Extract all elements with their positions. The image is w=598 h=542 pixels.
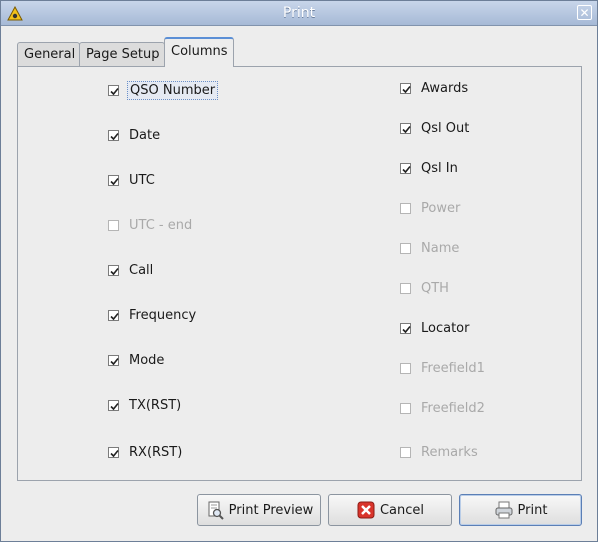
close-icon[interactable]: ✕ [577, 5, 592, 20]
checkbox-checked-icon[interactable] [108, 264, 119, 276]
checkbox-checked-icon[interactable] [400, 122, 411, 134]
checkbox-utc-end: UTC - end [108, 215, 194, 235]
printer-icon [495, 501, 513, 519]
checkbox-checked-icon[interactable] [400, 162, 411, 174]
checkbox-label: Qsl Out [421, 120, 470, 136]
checkbox-label: Qsl In [421, 160, 458, 176]
checkbox-awards[interactable]: Awards [400, 78, 470, 98]
window-title: Print [282, 5, 316, 21]
cancel-label: Cancel [379, 502, 425, 518]
checkbox-checked-icon[interactable] [400, 82, 411, 94]
checkbox-unchecked-icon [108, 219, 119, 231]
checkbox-tx-rst[interactable]: TX(RST) [108, 395, 183, 415]
cancel-button[interactable]: Cancel [328, 494, 452, 526]
checkbox-qso-number[interactable]: QSO Number [108, 80, 219, 100]
checkbox-label: QSO Number [127, 80, 219, 100]
checkbox-label: UTC - end [129, 217, 193, 233]
print-preview-label: Print Preview [228, 502, 314, 518]
checkbox-label: QTH [421, 280, 449, 296]
checkbox-mode[interactable]: Mode [108, 350, 166, 370]
checkbox-locator[interactable]: Locator [400, 318, 471, 338]
checkbox-qth: QTH [400, 278, 451, 298]
tab-columns[interactable]: Columns [164, 37, 234, 67]
print-dialog: Print ✕ General Page Setup Columns QSO N… [0, 0, 598, 542]
checkbox-power: Power [400, 198, 462, 218]
checkbox-label: TX(RST) [129, 397, 182, 413]
checkbox-checked-icon[interactable] [400, 322, 411, 334]
checkbox-label: Remarks [421, 444, 478, 460]
checkbox-name: Name [400, 238, 461, 258]
checkbox-remarks: Remarks [400, 442, 480, 462]
checkbox-freefield2: Freefield2 [400, 398, 487, 418]
checkbox-label: Call [129, 262, 154, 278]
checkbox-label: RX(RST) [129, 444, 183, 460]
cancel-icon [357, 501, 375, 519]
checkbox-unchecked-icon [400, 446, 411, 458]
checkbox-call[interactable]: Call [108, 260, 155, 280]
print-preview-icon [208, 501, 224, 520]
checkbox-utc[interactable]: UTC [108, 170, 157, 190]
checkbox-label: Frequency [129, 307, 197, 323]
checkbox-checked-icon[interactable] [108, 84, 119, 96]
checkbox-qsl-in[interactable]: Qsl In [400, 158, 460, 178]
columns-panel [17, 66, 582, 481]
checkbox-label: Freefield1 [421, 360, 485, 376]
checkbox-unchecked-icon [400, 202, 411, 214]
tab-general[interactable]: General [17, 42, 80, 66]
checkbox-label: Date [129, 127, 161, 143]
checkbox-unchecked-icon [400, 402, 411, 414]
checkbox-date[interactable]: Date [108, 125, 162, 145]
checkbox-frequency[interactable]: Frequency [108, 305, 198, 325]
checkbox-freefield1: Freefield1 [400, 358, 487, 378]
title-bar[interactable]: Print ✕ [1, 1, 597, 26]
checkbox-label: UTC [129, 172, 155, 188]
checkbox-unchecked-icon [400, 282, 411, 294]
checkbox-label: Freefield2 [421, 400, 485, 416]
checkbox-unchecked-icon [400, 242, 411, 254]
checkbox-checked-icon[interactable] [108, 354, 119, 366]
checkbox-label: Mode [129, 352, 165, 368]
print-button[interactable]: Print [459, 494, 582, 526]
checkbox-checked-icon[interactable] [108, 309, 119, 321]
print-label: Print [517, 502, 548, 518]
checkbox-checked-icon[interactable] [108, 399, 119, 411]
checkbox-label: Power [421, 200, 461, 216]
checkbox-label: Name [421, 240, 460, 256]
checkbox-checked-icon[interactable] [108, 129, 119, 141]
print-preview-button[interactable]: Print Preview [197, 494, 321, 526]
checkbox-checked-icon[interactable] [108, 446, 119, 458]
checkbox-checked-icon[interactable] [108, 174, 119, 186]
checkbox-rx-rst[interactable]: RX(RST) [108, 442, 184, 462]
tab-page-setup[interactable]: Page Setup [79, 42, 165, 66]
checkbox-label: Locator [421, 320, 470, 336]
checkbox-unchecked-icon [400, 362, 411, 374]
checkbox-qsl-out[interactable]: Qsl Out [400, 118, 471, 138]
checkbox-label: Awards [421, 80, 469, 96]
